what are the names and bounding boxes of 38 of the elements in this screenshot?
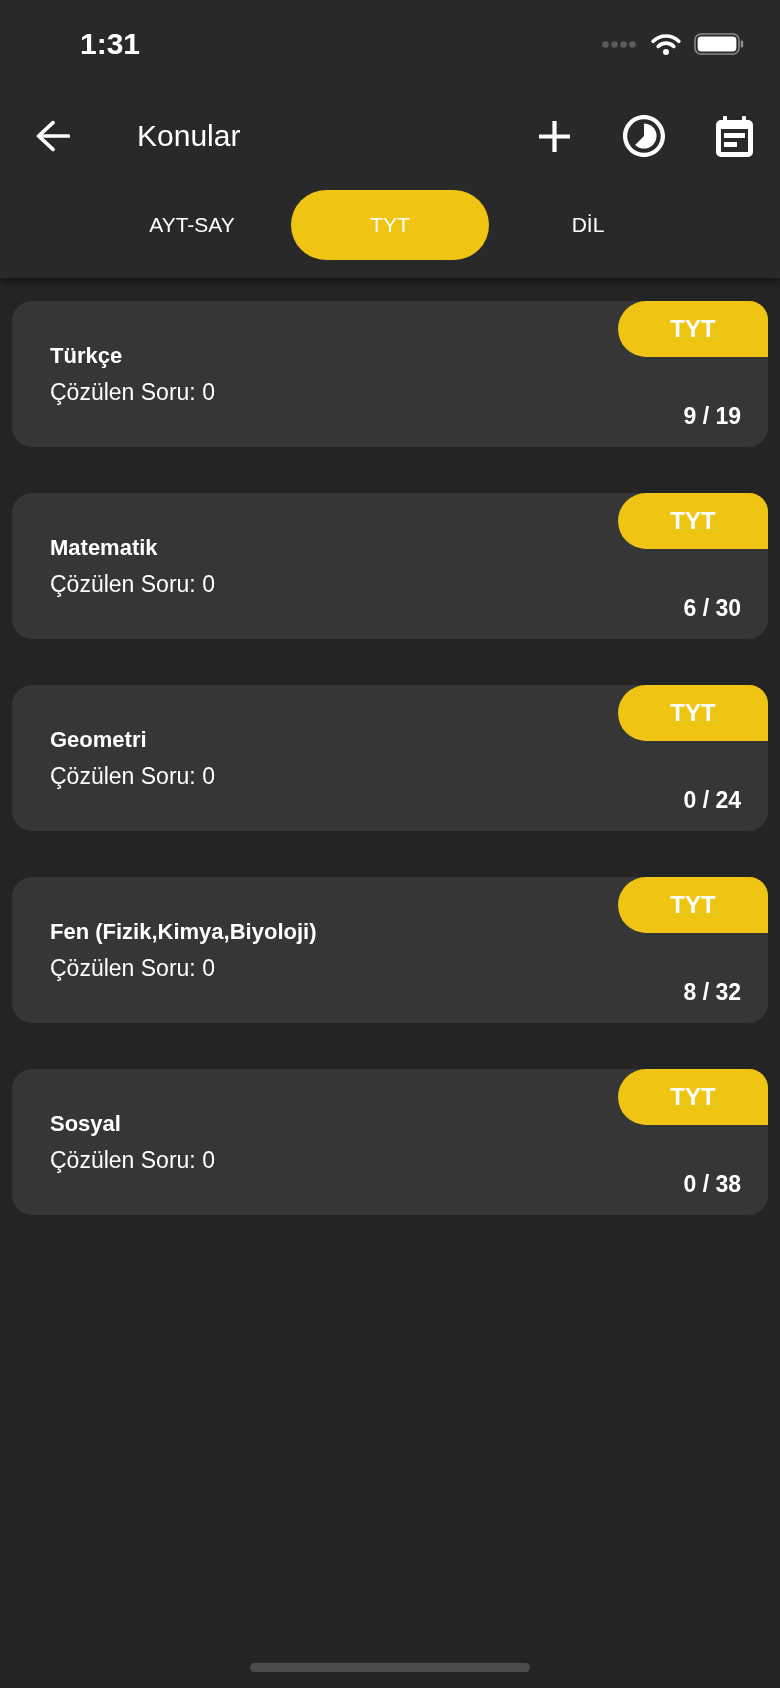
subject-name: Geometri: [50, 726, 147, 754]
back-button[interactable]: [36, 120, 70, 152]
progress-count: 9 / 19: [683, 402, 741, 431]
progress-count: 6 / 30: [683, 594, 741, 623]
exam-badge: TYT: [618, 1069, 768, 1125]
subject-card[interactable]: Sosyal Çözülen Soru: 0 0 / 38 TYT: [12, 1069, 768, 1215]
exam-badge: TYT: [618, 493, 768, 549]
solved-count: Çözülen Soru: 0: [50, 378, 215, 407]
status-time: 1:31: [80, 27, 141, 61]
progress-count: 0 / 24: [683, 786, 741, 815]
subject-card[interactable]: Fen (Fizik,Kimya,Biyoloji) Çözülen Soru: 0 8 / 32 TYT: [12, 877, 768, 1023]
subject-name: Sosyal: [50, 1110, 121, 1138]
progress-count: 0 / 38: [683, 1170, 741, 1199]
wifi-icon: [651, 33, 681, 55]
solved-count: Çözülen Soru: 0: [50, 762, 215, 791]
exam-badge: TYT: [618, 301, 768, 357]
timelapse-button[interactable]: [620, 112, 668, 160]
exam-badge: TYT: [618, 685, 768, 741]
solved-count: Çözülen Soru: 0: [50, 1146, 215, 1175]
back-arrow-icon: [36, 120, 70, 152]
screen-title: Konular: [137, 118, 241, 154]
plus-icon: [538, 120, 570, 152]
subject-card[interactable]: Geometri Çözülen Soru: 0 0 / 24 TYT: [12, 685, 768, 831]
calendar-icon: [715, 115, 753, 157]
subject-name: Matematik: [50, 534, 158, 562]
tab[interactable]: DİL: [489, 190, 687, 260]
subject-name: Fen (Fizik,Kimya,Biyoloji): [50, 918, 317, 946]
subject-card[interactable]: Matematik Çözülen Soru: 0 6 / 30 TYT: [12, 493, 768, 639]
subject-card[interactable]: Türkçe Çözülen Soru: 0 9 / 19 TYT: [12, 301, 768, 447]
subject-name: Türkçe: [50, 342, 123, 370]
pie-timer-icon: [623, 115, 665, 157]
solved-count: Çözülen Soru: 0: [50, 954, 215, 983]
exam-badge: TYT: [618, 877, 768, 933]
solved-count: Çözülen Soru: 0: [50, 570, 215, 599]
battery-icon: [694, 33, 744, 55]
signal-icon: [602, 40, 636, 48]
tab[interactable]: AYT-SAY: [93, 190, 291, 260]
progress-count: 8 / 32: [683, 978, 741, 1007]
